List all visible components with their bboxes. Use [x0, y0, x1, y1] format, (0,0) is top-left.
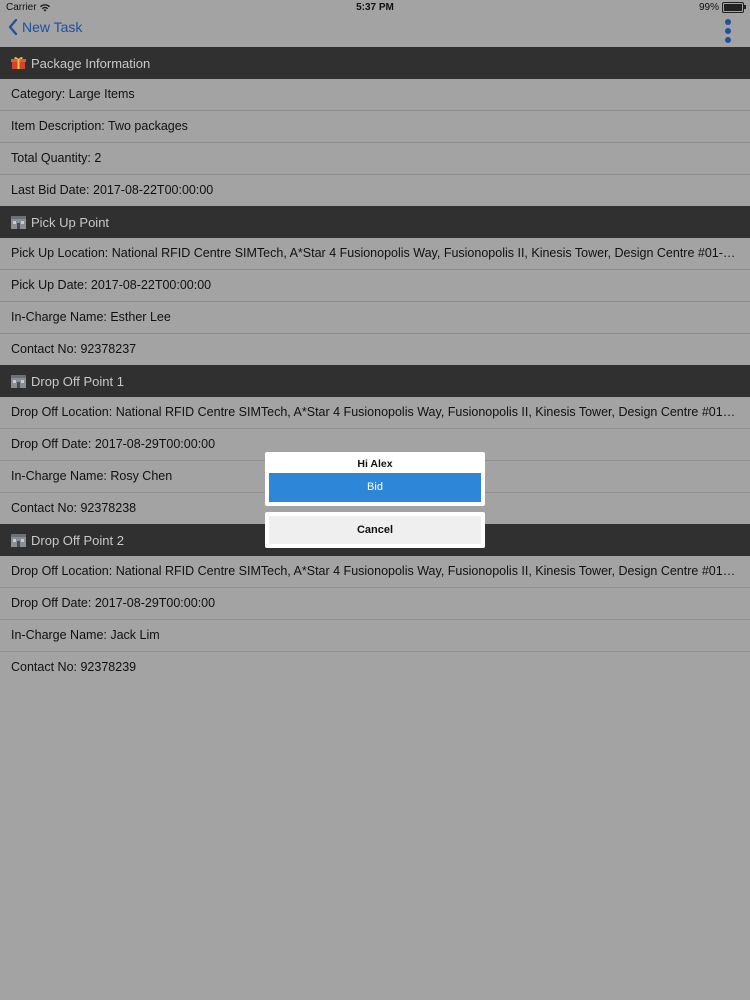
status-bar: Carrier 5:37 PM 99% — [0, 0, 750, 15]
cancel-button[interactable]: Cancel — [269, 516, 481, 544]
chevron-left-icon — [8, 19, 18, 35]
detail-row: Drop Off Location: National RFID Centre … — [0, 397, 750, 429]
gift-icon — [11, 57, 26, 69]
section-title: Package Information — [31, 55, 151, 71]
building-icon — [11, 375, 26, 388]
action-sheet-title: Hi Alex — [357, 458, 393, 470]
back-button[interactable]: New Task — [8, 19, 82, 35]
action-sheet: Hi Alex Bid Cancel — [265, 452, 485, 548]
battery-group: 99% — [698, 0, 746, 15]
section-header-package-information: Package Information — [0, 47, 750, 79]
detail-row: Pick Up Date: 2017-08-22T00:00:00 — [0, 270, 750, 302]
section-header-drop-off-point-1: Drop Off Point 1 — [0, 365, 750, 397]
back-button-label: New Task — [22, 19, 83, 35]
detail-row: Contact No: 92378237 — [11, 342, 137, 356]
battery-icon — [722, 2, 746, 13]
building-icon — [11, 216, 26, 229]
section-header-pick-up-point: Pick Up Point — [0, 206, 750, 238]
building-icon — [11, 534, 26, 547]
navigation-bar: New Task — [0, 15, 750, 47]
section-title: Pick Up Point — [31, 214, 110, 230]
detail-row: Last Bid Date: 2017-08-22T00:00:00 — [11, 183, 214, 197]
detail-row: Contact No: 92378239 — [11, 660, 137, 674]
action-sheet-cancel-group: Cancel — [265, 512, 485, 548]
detail-row: Drop Off Location: National RFID Centre … — [0, 556, 750, 588]
detail-row: In-Charge Name: Jack Lim — [0, 620, 750, 652]
section-title: Drop Off Point 2 — [31, 532, 124, 548]
task-detail-list: Package Information Category: Large Item… — [0, 47, 750, 683]
detail-row: In-Charge Name: Esther Lee — [0, 302, 750, 334]
more-options-icon[interactable] — [724, 19, 732, 43]
bid-button[interactable]: Bid — [269, 473, 481, 502]
status-time: 5:37 PM — [356, 2, 394, 13]
detail-row: Item Description: Two packages — [0, 111, 750, 143]
section-title: Drop Off Point 1 — [31, 373, 124, 389]
battery-percent: 99% — [698, 2, 719, 13]
detail-row: Pick Up Location: National RFID Centre S… — [0, 238, 750, 270]
detail-row: Total Quantity: 2 — [0, 143, 750, 175]
action-sheet-main: Hi Alex Bid — [265, 452, 485, 506]
detail-row: Category: Large Items — [0, 79, 750, 111]
detail-row: Drop Off Date: 2017-08-29T00:00:00 — [0, 588, 750, 620]
